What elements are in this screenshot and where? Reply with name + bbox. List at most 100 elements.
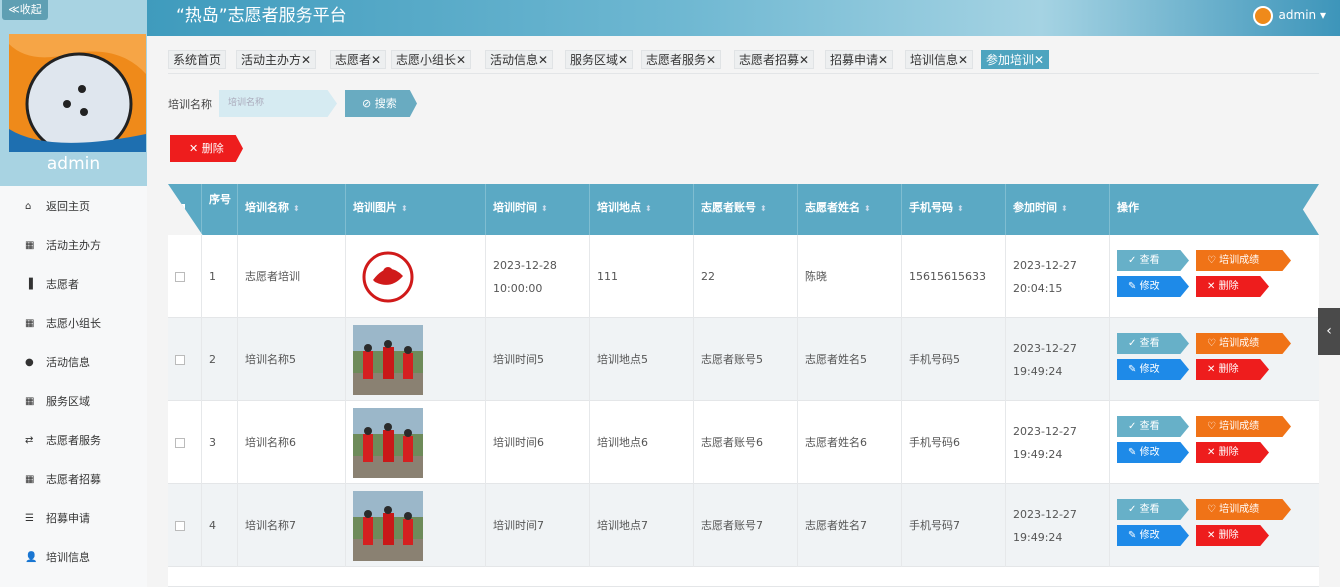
edit-button-label: 修改 bbox=[1139, 530, 1160, 541]
sidebar-item[interactable]: ▐ 志愿者 bbox=[0, 265, 147, 304]
row-select[interactable] bbox=[168, 401, 202, 484]
close-icon[interactable]: ✕ bbox=[799, 53, 809, 67]
sort-icon[interactable]: ⬍ bbox=[957, 204, 964, 213]
collapse-button[interactable]: ≪收起 bbox=[2, 0, 48, 20]
close-icon[interactable]: ✕ bbox=[706, 53, 716, 67]
row-checkbox[interactable] bbox=[175, 437, 185, 448]
tab-item[interactable]: 活动主办方✕ bbox=[236, 50, 317, 69]
sidebar-item[interactable]: ▦ 服务区域 bbox=[0, 382, 147, 421]
close-icon[interactable]: ✕ bbox=[618, 53, 628, 67]
column-header[interactable]: 培训地点 ⬍ bbox=[590, 184, 694, 235]
row-select[interactable] bbox=[168, 484, 202, 567]
tab-label: 志愿者服务 bbox=[646, 53, 707, 67]
cell-place: 培训地点5 bbox=[590, 318, 694, 401]
cell-image bbox=[346, 235, 486, 318]
view-button[interactable]: ✓ 查看 bbox=[1117, 416, 1189, 437]
column-header[interactable]: 培训名称 ⬍ bbox=[238, 184, 346, 235]
delete-button[interactable]: ✕ 删除 bbox=[1196, 359, 1269, 380]
tab-item[interactable]: 招募申请✕ bbox=[825, 50, 894, 69]
close-icon[interactable]: ✕ bbox=[878, 53, 888, 67]
sidebar-item[interactable]: ▦ 志愿者招募 bbox=[0, 460, 147, 499]
tab-item[interactable]: 培训信息✕ bbox=[905, 50, 974, 69]
delete-button-label: 删除 bbox=[1218, 447, 1239, 458]
cell-vname: 志愿者姓名6 bbox=[798, 401, 902, 484]
edit-button[interactable]: ✎ 修改 bbox=[1117, 359, 1189, 380]
column-header[interactable]: 培训时间 ⬍ bbox=[486, 184, 590, 235]
sidebar-item[interactable]: ▦ 活动主办方 bbox=[0, 226, 147, 265]
cell-text: 培训名称5 bbox=[245, 353, 296, 366]
search-input[interactable]: 培训名称 bbox=[219, 90, 337, 117]
row-select[interactable] bbox=[168, 235, 202, 318]
column-header[interactable]: 参加时间 ⬍ bbox=[1006, 184, 1110, 235]
tab-item[interactable]: 活动信息✕ bbox=[485, 50, 554, 69]
training-score-button[interactable]: ♡ 培训成绩 bbox=[1196, 333, 1291, 354]
sidebar-item[interactable]: ⇄ 志愿者服务 bbox=[0, 421, 147, 460]
column-header[interactable]: 志愿者账号 ⬍ bbox=[694, 184, 798, 235]
edit-button[interactable]: ✎ 修改 bbox=[1117, 525, 1189, 546]
cell-account: 22 bbox=[694, 235, 798, 318]
sort-icon[interactable]: ⬍ bbox=[541, 204, 548, 213]
cell-time: 培训时间5 bbox=[486, 318, 590, 401]
check-icon: ✓ bbox=[1128, 255, 1137, 266]
cell-place: 培训地点7 bbox=[590, 484, 694, 567]
sort-icon[interactable]: ⬍ bbox=[293, 204, 300, 213]
sidebar-item[interactable]: ☰ 招募申请 bbox=[0, 499, 147, 538]
training-score-button-label: 培训成绩 bbox=[1219, 421, 1260, 432]
delete-button[interactable]: ✕ 删除 bbox=[1196, 525, 1269, 546]
close-icon[interactable]: ✕ bbox=[456, 53, 466, 67]
cell-image bbox=[346, 318, 486, 401]
row-checkbox[interactable] bbox=[175, 271, 185, 282]
sort-icon[interactable]: ⬍ bbox=[645, 204, 652, 213]
column-header: 操作 bbox=[1110, 184, 1319, 235]
tab-item[interactable]: 志愿者✕ bbox=[330, 50, 387, 69]
delete-button-label: 删除 bbox=[201, 142, 224, 155]
user-menu[interactable]: admin ▾ bbox=[1252, 4, 1326, 26]
tab-item[interactable]: 志愿小组长✕ bbox=[391, 50, 472, 69]
row-checkbox[interactable] bbox=[175, 520, 185, 531]
cell-text: 志愿者账号6 bbox=[701, 436, 763, 449]
tab-item[interactable]: 志愿者服务✕ bbox=[641, 50, 722, 69]
tab-item[interactable]: 志愿者招募✕ bbox=[734, 50, 815, 69]
view-button[interactable]: ✓ 查看 bbox=[1117, 499, 1189, 520]
training-score-button[interactable]: ♡ 培训成绩 bbox=[1196, 416, 1291, 437]
edit-icon: ✎ bbox=[1128, 530, 1137, 541]
sidebar-item[interactable]: ⌂ 返回主页 bbox=[0, 187, 147, 226]
sidebar-item-label: 志愿者 bbox=[46, 278, 79, 291]
sort-icon[interactable]: ⬍ bbox=[1061, 204, 1068, 213]
cell-text: 陈晓 bbox=[805, 270, 827, 283]
edit-button[interactable]: ✎ 修改 bbox=[1117, 276, 1189, 297]
tab-item[interactable]: 参加培训✕ bbox=[981, 50, 1050, 69]
row-checkbox[interactable] bbox=[175, 354, 185, 365]
sidebar-item[interactable]: ▦ 志愿小组长 bbox=[0, 304, 147, 343]
sort-icon[interactable]: ⬍ bbox=[760, 204, 767, 213]
column-header[interactable]: 手机号码 ⬍ bbox=[902, 184, 1006, 235]
side-panel-toggle[interactable]: ‹ bbox=[1318, 308, 1340, 355]
sort-icon[interactable]: ⬍ bbox=[401, 204, 408, 213]
view-button[interactable]: ✓ 查看 bbox=[1117, 333, 1189, 354]
row-select[interactable] bbox=[168, 318, 202, 401]
column-header[interactable]: 志愿者姓名 ⬍ bbox=[798, 184, 902, 235]
column-header[interactable]: 培训图片 ⬍ bbox=[346, 184, 486, 235]
tab-item[interactable]: 系统首页 bbox=[168, 50, 227, 69]
search-button[interactable]: ⊘ 搜索 bbox=[345, 90, 417, 117]
training-score-button[interactable]: ♡ 培训成绩 bbox=[1196, 250, 1291, 271]
close-icon[interactable]: ✕ bbox=[1034, 53, 1044, 67]
close-icon[interactable]: ✕ bbox=[371, 53, 381, 67]
column-header-label: 操作 bbox=[1117, 201, 1139, 214]
batch-delete-button[interactable]: ✕ 删除 bbox=[170, 135, 243, 162]
select-all-checkbox[interactable] bbox=[168, 184, 202, 235]
edit-button[interactable]: ✎ 修改 bbox=[1117, 442, 1189, 463]
close-icon[interactable]: ✕ bbox=[538, 53, 548, 67]
close-icon[interactable]: ✕ bbox=[301, 53, 311, 67]
close-icon[interactable]: ✕ bbox=[958, 53, 968, 67]
view-button[interactable]: ✓ 查看 bbox=[1117, 250, 1189, 271]
delete-button[interactable]: ✕ 删除 bbox=[1196, 442, 1269, 463]
cell-text: 志愿者姓名7 bbox=[805, 519, 867, 532]
delete-button[interactable]: ✕ 删除 bbox=[1196, 276, 1269, 297]
training-score-button[interactable]: ♡ 培训成绩 bbox=[1196, 499, 1291, 520]
sidebar-item[interactable]: 👤 培训信息 bbox=[0, 538, 147, 577]
cell-image bbox=[346, 401, 486, 484]
sort-icon[interactable]: ⬍ bbox=[864, 204, 871, 213]
sidebar-item[interactable]: ● 活动信息 bbox=[0, 343, 147, 382]
tab-item[interactable]: 服务区域✕ bbox=[565, 50, 634, 69]
